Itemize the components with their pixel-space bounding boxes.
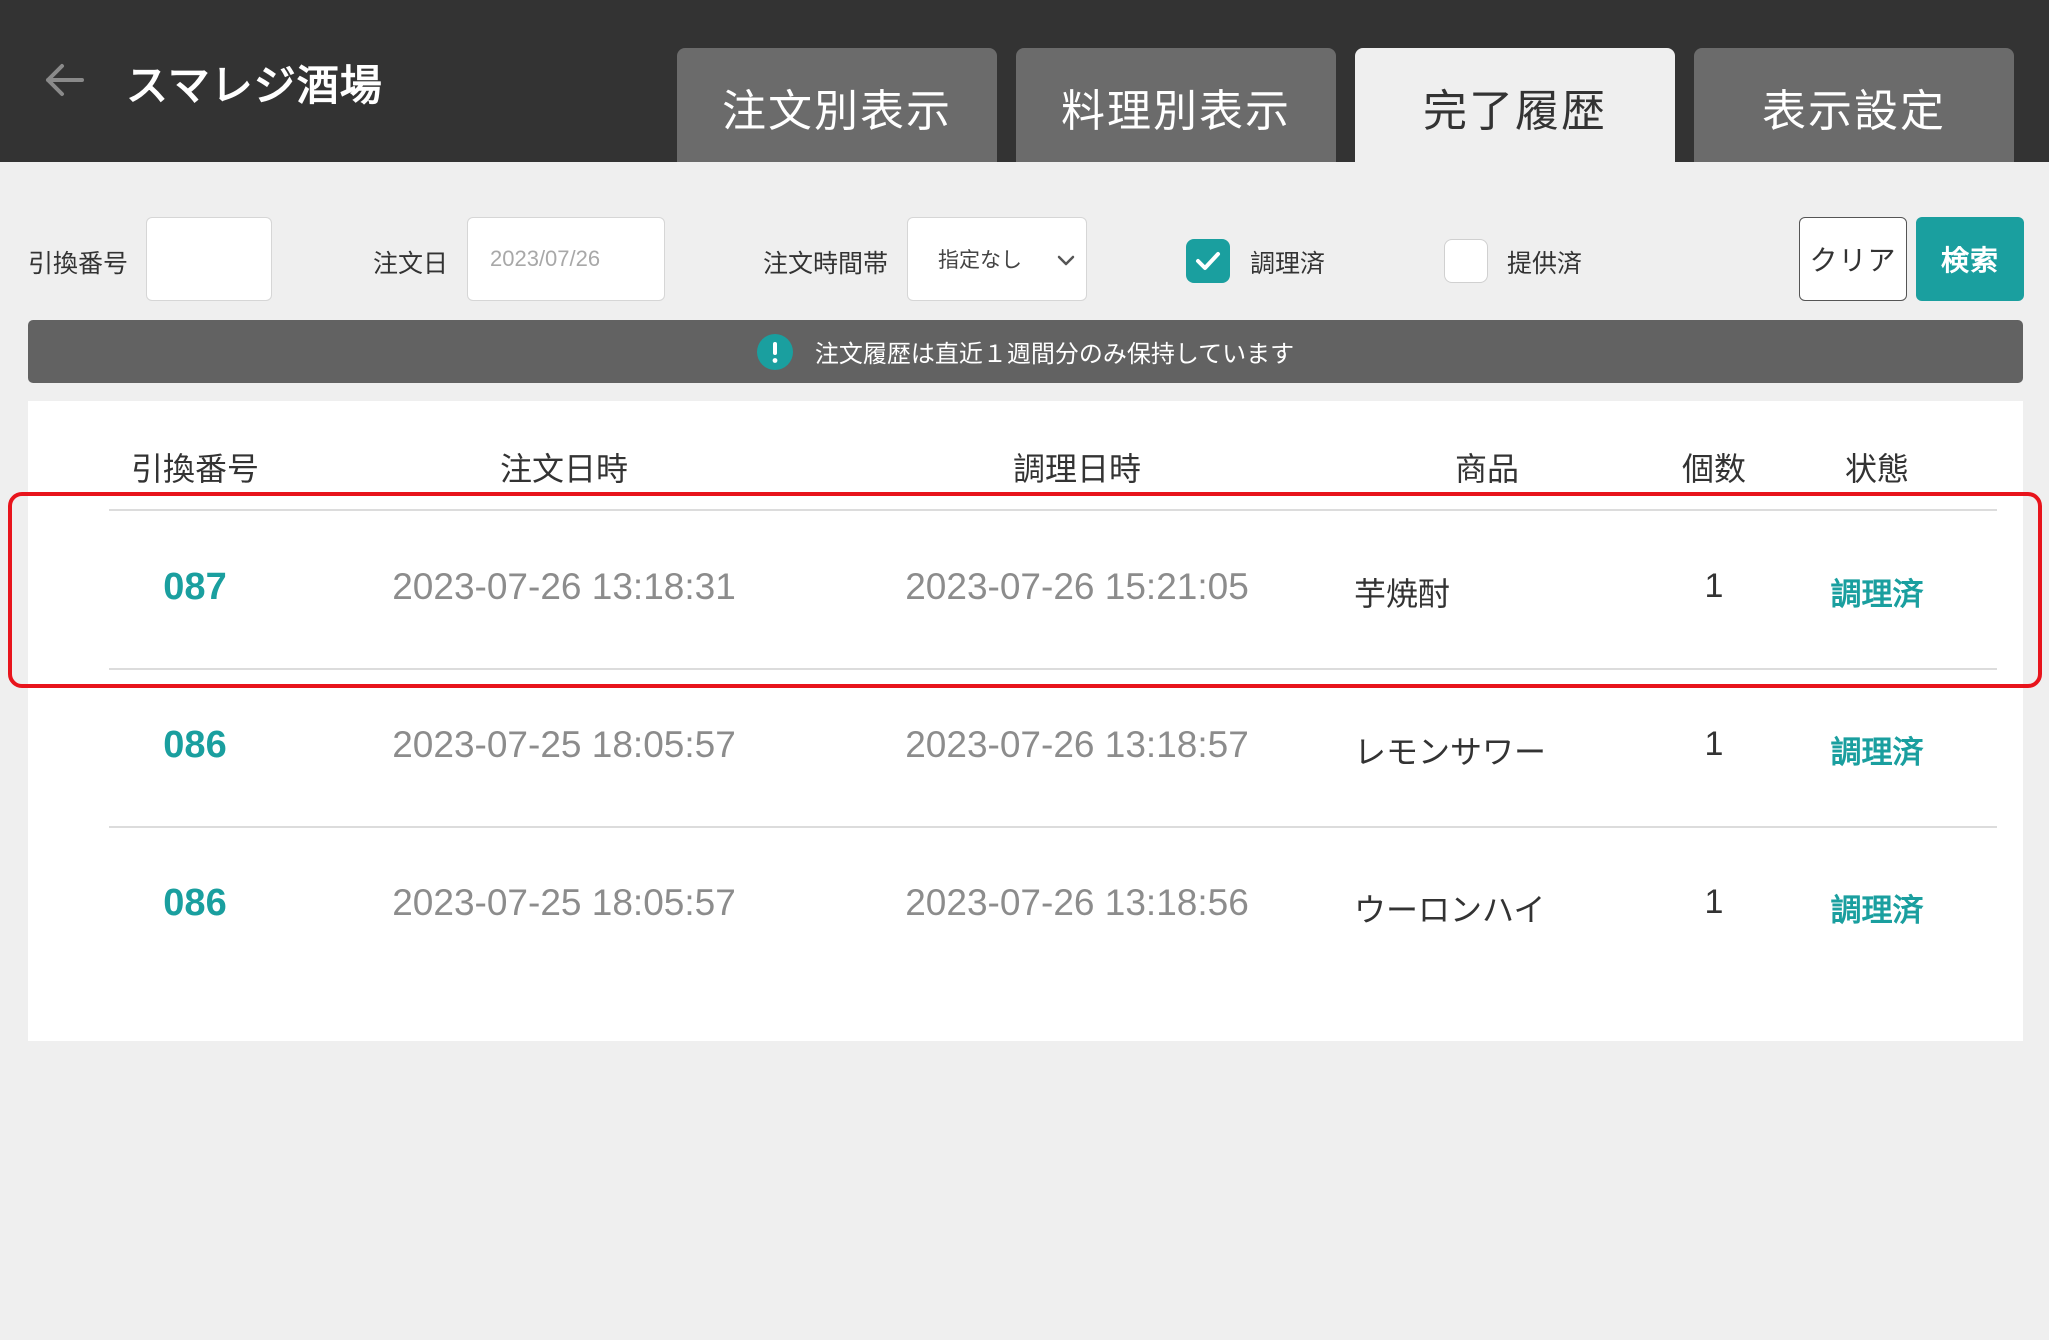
row-quantity: 1 — [1704, 883, 1724, 921]
time-slot-label: 注文時間帯 — [763, 249, 889, 278]
cooked-label: 調理済 — [1250, 249, 1326, 278]
row-quantity: 1 — [1704, 567, 1724, 605]
notice-text: 注文履歴は直近１週間分のみ保持しています — [814, 340, 1295, 368]
tab-display-settings[interactable]: 表示設定 — [1694, 48, 2014, 162]
col-header-cooked-datetime: 調理日時 — [1012, 450, 1142, 488]
col-header-exchange-number: 引換番号 — [130, 450, 260, 488]
info-icon — [756, 333, 793, 370]
row-order-datetime: 2023-07-25 18:05:57 — [392, 724, 736, 765]
order-date-label: 注文日 — [373, 249, 449, 278]
tab-dish-view[interactable]: 料理別表示 — [1016, 48, 1336, 162]
row-exchange-number[interactable]: 086 — [163, 882, 226, 925]
row-status: 調理済 — [1830, 735, 1924, 771]
back-button[interactable] — [38, 56, 94, 104]
row-status: 調理済 — [1830, 577, 1924, 613]
row-quantity: 1 — [1704, 725, 1724, 763]
row-cooked-datetime: 2023-07-26 13:18:56 — [905, 882, 1249, 923]
history-table: 引換番号 注文日時 調理日時 商品 個数 状態 087 2023-07-26 1… — [28, 401, 2023, 1041]
row-product: ウーロンハイ — [1354, 891, 1546, 929]
time-slot-select[interactable]: 指定なし — [907, 217, 1087, 301]
col-header-product: 商品 — [1454, 450, 1520, 488]
tab-order-view[interactable]: 注文別表示 — [677, 48, 997, 162]
col-header-status: 状態 — [1844, 450, 1910, 488]
row-divider — [109, 668, 1997, 670]
row-cooked-datetime: 2023-07-26 15:21:05 — [905, 566, 1249, 607]
app-header: スマレジ酒場 注文別表示 料理別表示 完了履歴 表示設定 — [0, 0, 2049, 162]
row-product: 芋焼酎 — [1354, 575, 1451, 613]
row-exchange-number[interactable]: 086 — [163, 724, 226, 767]
clear-button[interactable]: クリア — [1799, 217, 1907, 301]
app-title: スマレジ酒場 — [126, 61, 383, 110]
row-status: 調理済 — [1830, 893, 1924, 929]
row-order-datetime: 2023-07-25 18:05:57 — [392, 882, 736, 923]
row-cooked-datetime: 2023-07-26 13:18:57 — [905, 724, 1249, 765]
row-divider — [109, 509, 1997, 511]
arrow-left-icon — [46, 64, 84, 96]
checkmark-icon — [1196, 252, 1220, 270]
col-header-quantity: 個数 — [1681, 450, 1747, 488]
row-product: レモンサワー — [1354, 733, 1547, 771]
exchange-number-label: 引換番号 — [28, 249, 129, 278]
row-order-datetime: 2023-07-26 13:18:31 — [392, 566, 736, 607]
served-label: 提供済 — [1507, 249, 1583, 278]
served-checkbox[interactable] — [1444, 239, 1488, 283]
col-header-order-datetime: 注文日時 — [499, 450, 629, 488]
cooked-checkbox[interactable] — [1186, 239, 1230, 283]
exchange-number-input[interactable] — [146, 217, 272, 301]
order-date-input[interactable]: 2023/07/26 — [467, 217, 665, 301]
chevron-down-icon — [1057, 255, 1075, 266]
time-slot-selected: 指定なし — [938, 248, 1022, 272]
tab-completed-history[interactable]: 完了履歴 — [1355, 48, 1675, 162]
search-button[interactable]: 検索 — [1916, 217, 2024, 301]
retention-notice: 注文履歴は直近１週間分のみ保持しています — [28, 320, 2023, 383]
row-exchange-number[interactable]: 087 — [163, 566, 226, 609]
row-divider — [109, 826, 1997, 828]
